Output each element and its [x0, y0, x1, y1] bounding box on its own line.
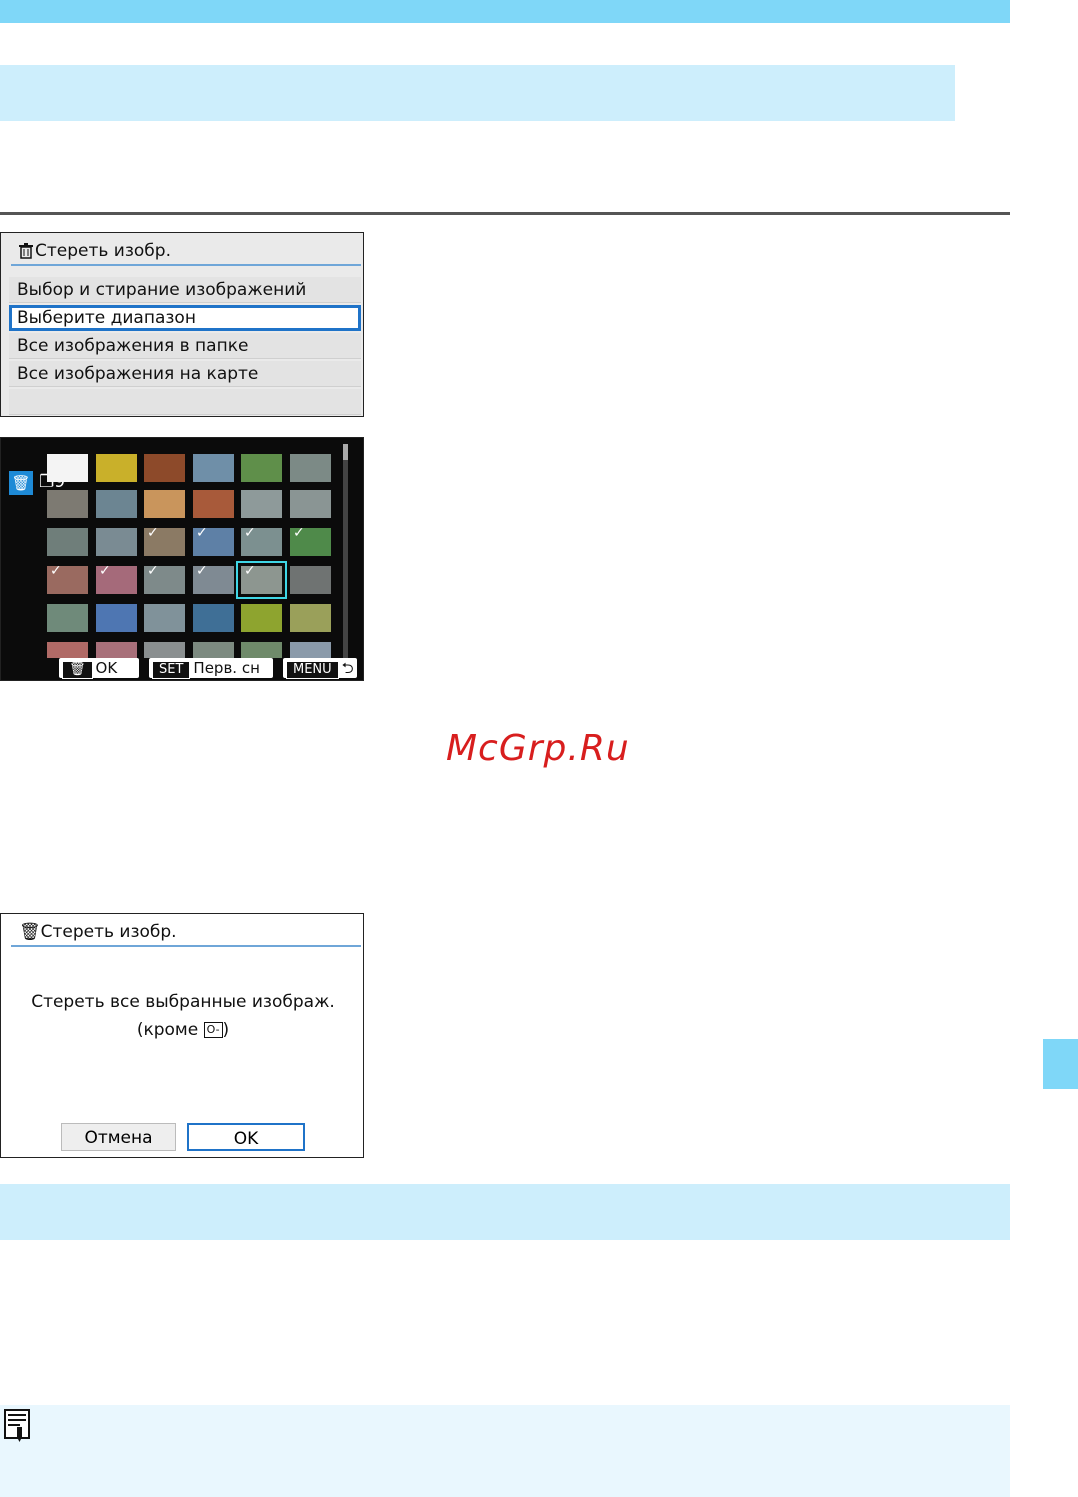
menu-back-button[interactable]: MENU ⮌: [283, 658, 357, 679]
checkmark-icon: ✓: [244, 525, 256, 541]
image-thumbnail[interactable]: [96, 454, 137, 482]
menu-item-label: Выбор и стирание изображений: [17, 280, 307, 300]
checkmark-icon: ✓: [99, 563, 111, 579]
scrollbar[interactable]: [343, 444, 348, 658]
menu-key-label: MENU: [286, 661, 339, 679]
image-thumbnail[interactable]: [47, 490, 88, 518]
confirm-delete-screen: 🗑Стереть изобр. Стереть все выбранные из…: [0, 913, 364, 1158]
header-bar: [0, 0, 1010, 23]
trash-icon: [19, 243, 33, 259]
menu-title-rule: [11, 264, 361, 266]
image-thumbnail[interactable]: [144, 454, 185, 482]
image-thumbnail[interactable]: [144, 490, 185, 518]
image-thumbnail[interactable]: [193, 642, 234, 658]
trash-key-icon: 🗑: [62, 661, 93, 679]
image-thumbnail[interactable]: [47, 528, 88, 556]
menu-title-text: Стереть изобр.: [35, 241, 171, 261]
confirm-title: 🗑Стереть изобр.: [19, 922, 177, 942]
cancel-button[interactable]: Отмена: [61, 1123, 176, 1151]
ok-key-label: OK: [95, 659, 118, 677]
image-thumbnail[interactable]: ✓: [96, 563, 137, 594]
menu-item-select-and-delete[interactable]: Выбор и стирание изображений: [9, 277, 361, 303]
trash-icon: 🗑: [9, 471, 33, 495]
checkmark-icon: ✓: [244, 563, 256, 579]
image-thumbnail[interactable]: [241, 490, 282, 518]
confirm-title-text: Стереть изобр.: [40, 922, 177, 942]
image-thumbnail[interactable]: [144, 604, 185, 632]
image-thumbnail[interactable]: ✓: [144, 563, 185, 594]
checkmark-icon: ✓: [196, 525, 208, 541]
image-thumbnail[interactable]: [193, 604, 234, 632]
watermark: McGrp.Ru: [446, 728, 630, 769]
image-thumbnail[interactable]: [241, 454, 282, 482]
scrollbar-thumb[interactable]: [343, 444, 348, 460]
menu-item-label: Все изображения в папке: [17, 336, 249, 356]
image-thumbnail[interactable]: [96, 642, 137, 658]
image-thumbnail[interactable]: ✓: [193, 525, 234, 556]
image-thumbnail[interactable]: ✓: [241, 525, 282, 556]
note-icon: [4, 1409, 30, 1442]
delete-menu-screen: Стереть изобр. Выбор и стирание изображе…: [0, 232, 364, 417]
menu-title: Стереть изобр.: [19, 241, 171, 261]
menu-item-label: Все изображения на карте: [17, 364, 259, 384]
image-thumbnail[interactable]: [47, 454, 88, 482]
note-box: [0, 1405, 1010, 1497]
checkmark-icon: ✓: [50, 563, 62, 579]
image-thumbnail[interactable]: [290, 604, 331, 632]
chapter-side-tab: [1043, 1039, 1078, 1089]
menu-item-select-range[interactable]: Выберите диапазон: [9, 305, 361, 331]
image-thumbnail[interactable]: [290, 642, 331, 658]
protect-key-icon: O-: [203, 1022, 223, 1038]
confirm-message-suffix: ): [222, 1020, 230, 1040]
section-divider: [0, 212, 1010, 215]
confirm-message-line2: (кроме O-): [1, 1016, 365, 1044]
confirm-message: Стереть все выбранные изображ. (кроме O-…: [1, 988, 365, 1044]
set-key-label: SET: [152, 661, 191, 679]
checkmark-icon: ✓: [293, 525, 305, 541]
confirm-message-line1: Стереть все выбранные изображ.: [31, 992, 335, 1012]
image-thumbnail[interactable]: [47, 642, 88, 658]
ok-button[interactable]: OK: [187, 1123, 305, 1151]
menu-item-all-in-folder[interactable]: Все изображения в папке: [9, 333, 361, 359]
image-index-screen: 🗑 ❐9 🗑 OK SET Перв. сн MENU ⮌ ✓ ✓ ✓ ✓ ✓ ✓ ✓ ✓ ✓: [0, 437, 364, 681]
return-arrow-icon: ⮌: [341, 659, 354, 677]
image-thumbnail[interactable]: [96, 528, 137, 556]
image-thumbnail[interactable]: [144, 642, 185, 658]
image-thumbnail[interactable]: [290, 566, 331, 594]
image-thumbnail[interactable]: ✓: [290, 525, 331, 556]
menu-item-empty: [9, 389, 361, 415]
image-thumbnail[interactable]: [241, 642, 282, 658]
set-button-label: Перв. сн: [193, 659, 260, 677]
delete-ok-button[interactable]: 🗑 OK: [59, 658, 139, 679]
image-thumbnail[interactable]: ✓: [236, 561, 287, 599]
image-thumbnail[interactable]: [193, 454, 234, 482]
confirm-message-prefix: (кроме: [136, 1020, 199, 1040]
image-thumbnail[interactable]: [241, 604, 282, 632]
section-heading-band-2: [0, 1184, 1010, 1240]
image-thumbnail[interactable]: [47, 604, 88, 632]
image-thumbnail[interactable]: [96, 604, 137, 632]
image-thumbnail[interactable]: [193, 490, 234, 518]
image-thumbnail[interactable]: [290, 454, 331, 482]
checkmark-icon: ✓: [147, 563, 159, 579]
image-thumbnail[interactable]: ✓: [193, 563, 234, 594]
image-thumbnail[interactable]: ✓: [47, 563, 88, 594]
confirm-title-rule: [11, 945, 361, 947]
set-first-button[interactable]: SET Перв. сн: [149, 658, 273, 679]
image-thumbnail[interactable]: [96, 490, 137, 518]
section-heading-band: [0, 65, 955, 121]
image-thumbnail[interactable]: [290, 490, 331, 518]
image-thumbnail[interactable]: ✓: [144, 525, 185, 556]
menu-item-label: Выберите диапазон: [17, 308, 196, 328]
trash-icon: 🗑: [19, 922, 41, 942]
menu-item-all-on-card[interactable]: Все изображения на карте: [9, 361, 361, 387]
checkmark-icon: ✓: [147, 525, 159, 541]
checkmark-icon: ✓: [196, 563, 208, 579]
